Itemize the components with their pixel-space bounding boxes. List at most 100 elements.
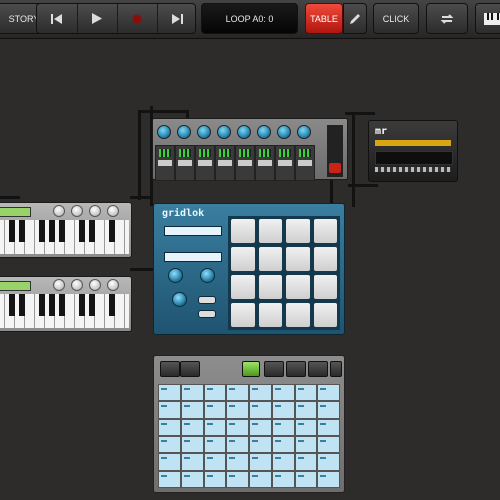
fader-cap[interactable] <box>298 160 312 166</box>
drum-pad[interactable] <box>258 247 282 271</box>
channel-fader[interactable] <box>255 145 275 181</box>
black-key[interactable] <box>9 220 15 242</box>
clip-cell[interactable] <box>159 402 180 418</box>
gridlok-knob[interactable] <box>200 268 215 283</box>
clip-cell[interactable] <box>295 471 317 487</box>
drum-pad[interactable] <box>313 275 337 299</box>
drum-pad[interactable] <box>258 275 282 299</box>
clip-cell[interactable] <box>272 454 294 470</box>
channel-fader[interactable] <box>295 145 315 181</box>
gridlok-knob[interactable] <box>168 268 183 283</box>
channel-fader[interactable] <box>275 145 295 181</box>
keyboard-knob[interactable] <box>53 205 65 217</box>
drum-pad[interactable] <box>231 247 255 271</box>
cycle-button[interactable] <box>426 3 468 34</box>
kit-selector[interactable] <box>164 226 222 236</box>
gridlok-toggle[interactable] <box>198 310 216 318</box>
clip-cell[interactable] <box>204 454 226 470</box>
mixer-knob[interactable] <box>237 125 251 139</box>
fader-cap[interactable] <box>238 160 252 166</box>
channel-fader[interactable] <box>175 145 195 181</box>
clip-cell[interactable] <box>204 419 226 435</box>
pencil-button[interactable] <box>343 3 367 34</box>
clip-cell[interactable] <box>250 436 271 453</box>
clip-cell[interactable] <box>295 419 317 435</box>
clip-cell[interactable] <box>204 402 226 418</box>
keyboard-synth-2[interactable] <box>0 276 132 332</box>
clip-cell[interactable] <box>250 471 271 487</box>
mixer-knob[interactable] <box>197 125 211 139</box>
black-key[interactable] <box>9 294 15 316</box>
channel-fader[interactable] <box>155 145 175 181</box>
clip-cell[interactable] <box>250 454 271 470</box>
black-key[interactable] <box>79 220 85 242</box>
black-key[interactable] <box>39 220 45 242</box>
drum-pad[interactable] <box>231 219 255 243</box>
drum-pad[interactable] <box>286 247 310 271</box>
keyboard-knob[interactable] <box>53 279 65 291</box>
black-key[interactable] <box>39 294 45 316</box>
fader-cap[interactable] <box>178 160 192 166</box>
skip-back-button[interactable] <box>37 4 78 33</box>
clip-cell[interactable] <box>204 471 226 487</box>
launcher-play-button[interactable] <box>242 361 260 377</box>
clip-cell[interactable] <box>159 385 180 401</box>
click-button[interactable]: CLICK <box>373 3 419 34</box>
clip-cell[interactable] <box>272 471 294 487</box>
play-button[interactable] <box>77 4 118 33</box>
clip-cell[interactable] <box>227 419 248 435</box>
clip-cell[interactable] <box>318 471 339 487</box>
clip-cell[interactable] <box>272 385 294 401</box>
launcher-button[interactable] <box>160 361 180 377</box>
clip-cell[interactable] <box>318 454 339 470</box>
launcher-button[interactable] <box>180 361 200 377</box>
gridlok-knob[interactable] <box>172 292 187 307</box>
clip-cell[interactable] <box>295 454 317 470</box>
black-key[interactable] <box>109 294 115 316</box>
black-key[interactable] <box>49 220 55 242</box>
mr-device[interactable]: mr <box>368 120 458 182</box>
clip-cell[interactable] <box>250 402 271 418</box>
black-key[interactable] <box>109 220 115 242</box>
launcher-button[interactable] <box>264 361 284 377</box>
clip-cell[interactable] <box>295 385 317 401</box>
black-key[interactable] <box>49 294 55 316</box>
clip-cell[interactable] <box>204 385 226 401</box>
clip-cell[interactable] <box>181 454 203 470</box>
drum-pad[interactable] <box>286 275 310 299</box>
clip-launcher-device[interactable] <box>153 355 345 493</box>
clip-cell[interactable] <box>159 419 180 435</box>
skip-forward-button[interactable] <box>157 4 197 33</box>
clip-cell[interactable] <box>227 402 248 418</box>
mixer-device[interactable] <box>152 118 348 181</box>
fader-cap[interactable] <box>258 160 272 166</box>
mixer-knob[interactable] <box>257 125 271 139</box>
keyboard-knob[interactable] <box>71 279 83 291</box>
clip-cell[interactable] <box>204 436 226 453</box>
launcher-button[interactable] <box>330 361 342 377</box>
black-key[interactable] <box>89 294 95 316</box>
clip-cell[interactable] <box>318 419 339 435</box>
clip-cell[interactable] <box>295 402 317 418</box>
clip-cell[interactable] <box>227 471 248 487</box>
drum-pad[interactable] <box>286 219 310 243</box>
clip-cell[interactable] <box>272 436 294 453</box>
clip-cell[interactable] <box>272 419 294 435</box>
mixer-knob[interactable] <box>217 125 231 139</box>
black-key[interactable] <box>19 294 25 316</box>
clip-cell[interactable] <box>159 471 180 487</box>
fader-cap[interactable] <box>218 160 232 166</box>
clip-cell[interactable] <box>227 385 248 401</box>
table-button[interactable]: TABLE <box>305 3 343 34</box>
drum-pad[interactable] <box>313 247 337 271</box>
sample-selector[interactable] <box>164 252 222 262</box>
black-key[interactable] <box>59 220 65 242</box>
fader-cap[interactable] <box>158 160 172 166</box>
clip-cell[interactable] <box>250 419 271 435</box>
gridlok-device[interactable]: gridlok <box>153 203 345 335</box>
keyboard-knob[interactable] <box>89 279 101 291</box>
keyboard-knob[interactable] <box>107 279 119 291</box>
drum-pad[interactable] <box>258 219 282 243</box>
channel-fader[interactable] <box>195 145 215 181</box>
drum-pad[interactable] <box>286 303 310 327</box>
